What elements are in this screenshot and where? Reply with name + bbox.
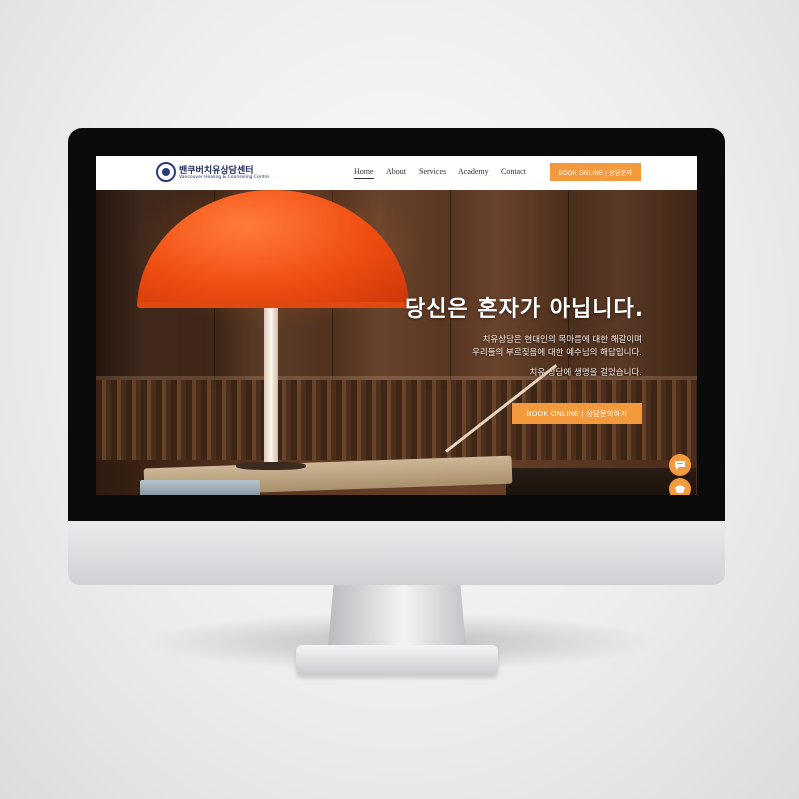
hero-text-line-1: 치유상담은 현대인의 목마름에 대한 해갈이며 [482,335,642,345]
nav-item-academy[interactable]: Academy [458,167,489,176]
nav-item-contact[interactable]: Contact [501,167,526,176]
website-screen: 밴쿠버치유상담센터 Vancouver Healing & Counseling… [96,156,697,495]
nav-item-about[interactable]: About [386,167,406,176]
hero-title: 당신은 혼자가 아닙니다. [405,297,645,322]
monitor-chin [68,521,725,585]
hero-text-line-2: 우리들의 부르짖음에 대한 예수님의 해답입니다. [472,348,642,358]
wood-panel [568,190,697,390]
chat-icon[interactable] [669,454,691,476]
lamp-pole [264,308,278,466]
hero-text-line-3: 치유 상담에 생명을 걸었습니다. [529,368,642,378]
logo-name-en: Vancouver Healing & Counseling Centre [179,175,270,180]
graduation-cap-icon[interactable] [669,478,691,495]
nav-item-home[interactable]: Home [354,167,374,179]
site-logo[interactable]: 밴쿠버치유상담센터 Vancouver Healing & Counseling… [156,161,269,185]
book-online-button[interactable]: BOOK ONLINE | 상담문의 [550,163,641,181]
logo-emblem-icon [156,162,176,182]
desk-item [506,468,696,495]
nav-item-services[interactable]: Services [419,167,446,176]
hero-section: 당신은 혼자가 아닙니다. 치유상담은 현대인의 목마름에 대한 해갈이며 우리… [96,190,697,495]
hero-book-button[interactable]: BOOK ONLINE | 상담문의하기 [512,403,642,424]
book [140,480,260,495]
top-navigation: 밴쿠버치유상담센터 Vancouver Healing & Counseling… [96,156,697,190]
wood-panel [450,190,569,390]
monitor-stand-base [296,645,498,675]
monitor-stand-neck [328,585,466,647]
lamp-base [236,462,306,470]
